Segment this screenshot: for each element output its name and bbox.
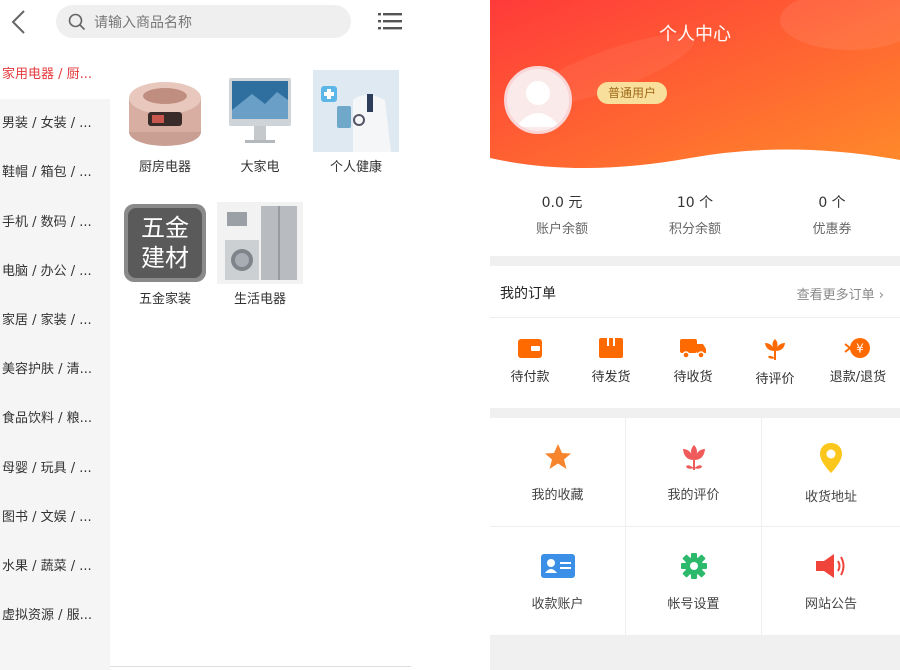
rice-cooker-image	[129, 82, 201, 146]
computer-monitor-image	[229, 78, 291, 143]
subcategory-item[interactable]: 大家电	[214, 70, 306, 175]
avatar[interactable]	[504, 66, 572, 134]
subcategory-item[interactable]: 生活电器	[214, 202, 306, 307]
thumb-text: 建材	[141, 244, 189, 272]
payment-account-tile[interactable]: 收款账户	[490, 527, 626, 636]
yen-glyph: ¥	[856, 342, 864, 356]
my-orders-section: 我的订单 查看更多订单 › 待付款 待发货 待收货 待评价 ¥ 退款/退货	[490, 266, 900, 408]
category-item[interactable]: 家用电器 / 厨...	[0, 50, 110, 100]
category-item[interactable]: 手机 / 数码 / ...	[0, 198, 110, 247]
category-item[interactable]: 母婴 / 玩具 / ...	[0, 444, 110, 493]
stat-label: 积分余额	[668, 222, 721, 237]
account-stats: 0.0 元 账户余额 10 个 积分余额 0 个 优惠券	[490, 178, 900, 256]
stat-label: 优惠券	[812, 222, 852, 237]
home-appliances-image	[217, 202, 303, 284]
coupon-stat[interactable]: 0 个 优惠券	[764, 192, 900, 237]
my-reviews-tile[interactable]: 我的评价	[626, 418, 762, 527]
health-doctor-image	[313, 70, 399, 152]
refund-icon: ¥	[844, 338, 870, 358]
tool-label: 收货地址	[804, 490, 857, 505]
tool-label: 我的评价	[667, 488, 720, 503]
order-label: 待付款	[510, 370, 550, 385]
list-icon	[378, 13, 402, 30]
star-icon	[544, 444, 571, 469]
subcategory-item[interactable]: 五金 建材 五金家装	[119, 202, 211, 307]
category-item[interactable]: 虚拟资源 / 服...	[0, 591, 110, 640]
order-label: 退款/退货	[829, 370, 887, 385]
category-item[interactable]: 水果 / 蔬菜 / ...	[0, 542, 110, 591]
view-more-orders-link[interactable]: 查看更多订单 ›	[797, 284, 884, 303]
location-pin-icon	[820, 443, 842, 473]
subcategory-label: 生活电器	[233, 292, 286, 307]
personal-center-page: 个人中心 普通用户 0.0 元 账户余额 10 个 积分余额 0 个 优惠券 我…	[490, 0, 900, 670]
subcategory-label: 大家电	[240, 160, 280, 175]
category-item[interactable]: 男装 / 女装 / ...	[0, 99, 110, 148]
category-item[interactable]: 鞋帽 / 箱包 / ...	[0, 148, 110, 197]
orders-header: 我的订单 查看更多订单 ›	[490, 266, 900, 318]
balance-stat[interactable]: 0.0 元 账户余额	[494, 192, 630, 237]
category-item[interactable]: 家居 / 家装 / ...	[0, 296, 110, 345]
tool-label: 我的收藏	[531, 488, 584, 503]
tool-label: 收款账户	[531, 597, 584, 612]
category-sidebar: 家用电器 / 厨... 男装 / 女装 / ... 鞋帽 / 箱包 / ... …	[0, 50, 110, 670]
megaphone-icon	[816, 554, 845, 578]
subcategory-item[interactable]: 厨房电器	[119, 70, 211, 175]
user-avatar-icon	[516, 81, 560, 127]
order-label: 待评价	[755, 372, 795, 387]
category-item[interactable]: 美容护肤 / 清...	[0, 345, 110, 394]
orders-title: 我的订单	[500, 286, 556, 302]
tool-label: 网站公告	[804, 597, 857, 612]
category-item[interactable]: 食品饮料 / 粮...	[0, 394, 110, 443]
flower-icon	[765, 339, 785, 360]
box-icon	[599, 338, 623, 358]
chevron-left-icon	[11, 10, 25, 34]
id-card-icon	[540, 554, 575, 578]
points-stat[interactable]: 10 个 积分余额	[627, 192, 763, 237]
order-pending-payment[interactable]: 待付款	[490, 336, 570, 385]
search-input[interactable]: 请输入商品名称	[56, 5, 351, 38]
shipping-address-tile[interactable]: 收货地址	[762, 418, 900, 527]
wallet-icon	[518, 339, 542, 358]
account-settings-tile[interactable]: 帐号设置	[626, 527, 762, 636]
subcategory-item[interactable]: 个人健康	[310, 70, 402, 175]
site-announcement-tile[interactable]: 网站公告	[762, 527, 900, 636]
stat-value: 0.0 元	[541, 195, 583, 211]
stat-value: 10 个	[676, 195, 714, 211]
top-bar: 请输入商品名称	[0, 0, 411, 46]
thumb-text: 五金	[141, 214, 189, 242]
category-item[interactable]: 图书 / 文娱 / ...	[0, 493, 110, 542]
tulip-icon	[682, 445, 705, 470]
category-page: 请输入商品名称 家用电器 / 厨... 男装 / 女装 / ... 鞋帽 / 箱…	[0, 0, 411, 670]
truck-icon	[680, 339, 706, 359]
order-label: 待发货	[591, 370, 631, 385]
subcategory-label: 个人健康	[329, 160, 382, 175]
subcategory-label: 厨房电器	[138, 160, 191, 175]
order-pending-shipment[interactable]: 待发货	[571, 336, 651, 385]
search-placeholder: 请输入商品名称	[94, 15, 192, 31]
subcategory-label: 五金家装	[138, 292, 191, 307]
stat-value: 0 个	[818, 195, 846, 211]
search-icon	[68, 13, 86, 31]
tools-grid: 我的收藏 我的评价 收货地址 收款账户 帐号设置 网站公告	[490, 418, 900, 636]
order-label: 待收货	[673, 370, 713, 385]
order-pending-review[interactable]: 待评价	[735, 336, 815, 387]
back-button[interactable]	[8, 8, 30, 36]
order-pending-receipt[interactable]: 待收货	[653, 336, 733, 385]
favorites-tile[interactable]: 我的收藏	[490, 418, 626, 527]
divider	[110, 666, 411, 667]
category-item[interactable]: 电脑 / 办公 / ...	[0, 247, 110, 296]
user-level-badge: 普通用户	[597, 82, 668, 104]
gear-icon	[680, 553, 707, 579]
page-title: 个人中心	[659, 24, 731, 45]
order-refund-return[interactable]: ¥ 退款/退货	[817, 336, 899, 385]
list-menu-button[interactable]	[378, 11, 402, 31]
stat-label: 账户余额	[535, 222, 588, 237]
profile-header: 个人中心 普通用户	[490, 0, 900, 180]
tool-label: 帐号设置	[667, 597, 720, 612]
